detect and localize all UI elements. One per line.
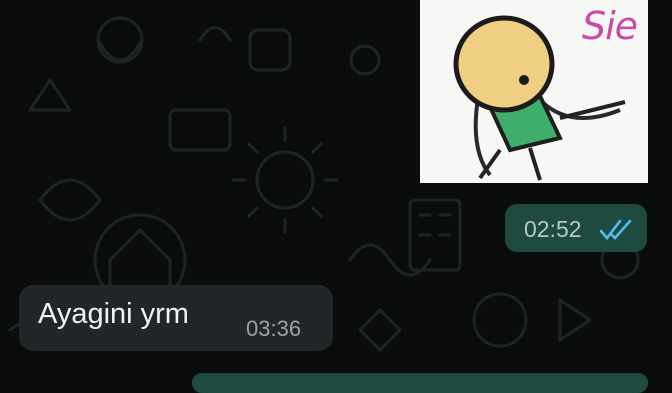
message-text: Ayagini yrm (38, 298, 189, 330)
outgoing-message-bubble-partial[interactable] (192, 373, 648, 393)
double-check-read-icon (600, 219, 632, 241)
message-time: 02:52 (524, 216, 582, 242)
outgoing-status-bubble[interactable]: 02:52 (505, 204, 647, 252)
incoming-message-bubble[interactable]: Ayagini yrm 03:36 (19, 285, 333, 351)
sticker-text: Sie (582, 4, 638, 48)
message-time: 03:36 (246, 316, 302, 341)
sticker-message[interactable]: Sie (420, 0, 648, 183)
